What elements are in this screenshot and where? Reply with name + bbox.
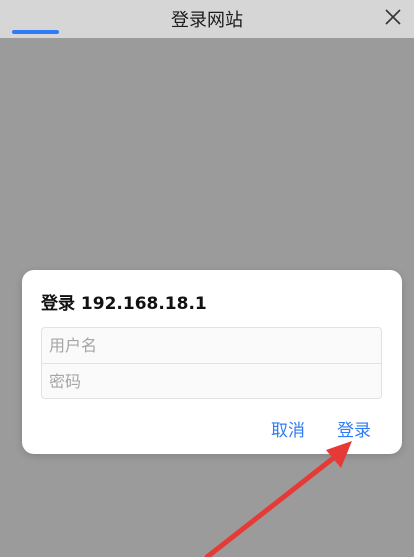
close-button[interactable] bbox=[382, 6, 404, 28]
login-button[interactable]: 登录 bbox=[337, 416, 371, 441]
close-icon bbox=[385, 9, 401, 25]
window-title: 登录网站 bbox=[171, 10, 243, 31]
password-input[interactable] bbox=[42, 364, 381, 399]
credentials-group bbox=[41, 327, 382, 399]
top-bar: 登录网站 bbox=[0, 0, 414, 38]
username-input[interactable] bbox=[42, 328, 381, 363]
cancel-button[interactable]: 取消 bbox=[271, 416, 305, 441]
login-dialog: 登录 192.168.18.1 取消 登录 bbox=[22, 270, 402, 454]
dialog-title: 登录 192.168.18.1 bbox=[41, 294, 207, 314]
login-screen: 登录网站 登录 192.168.18.1 取消 登录 bbox=[0, 0, 414, 557]
